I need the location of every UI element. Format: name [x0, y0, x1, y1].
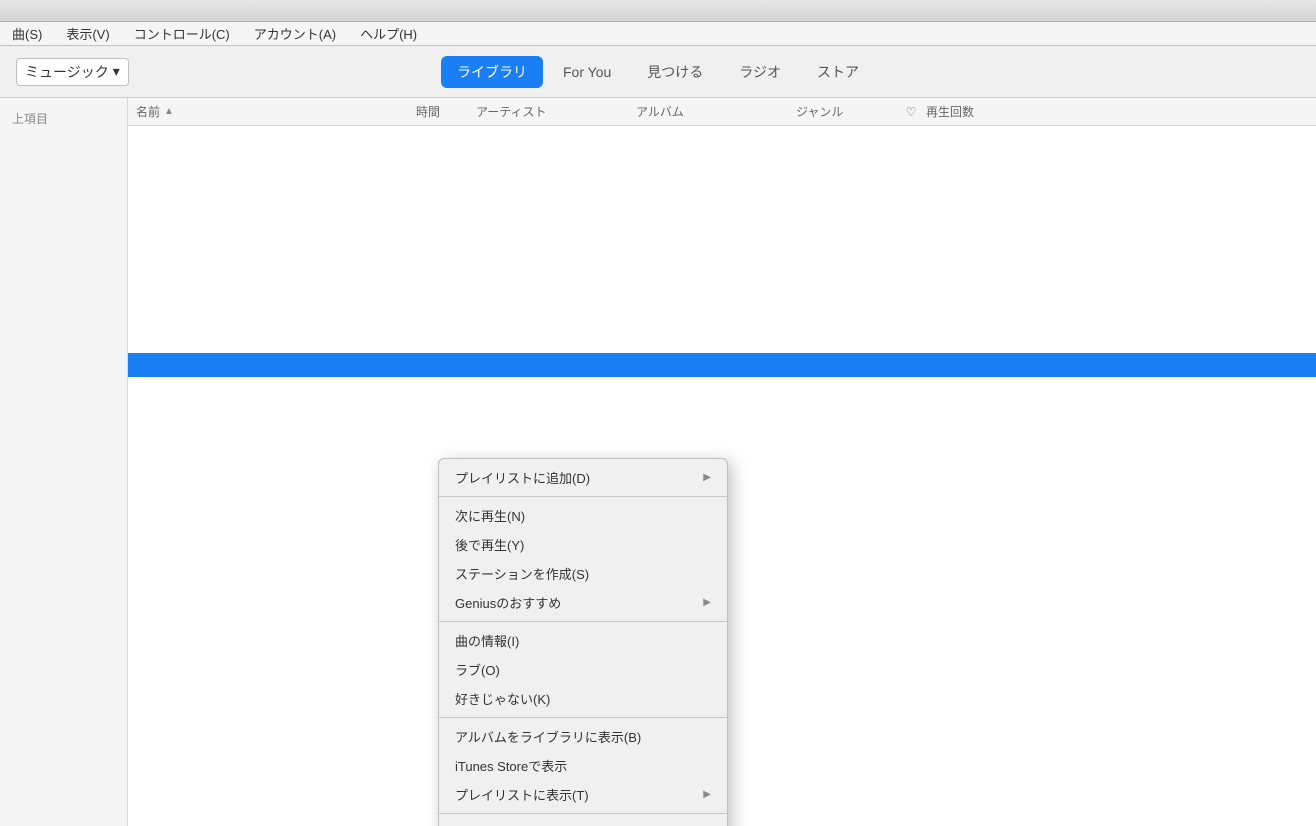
tab-radio[interactable]: ラジオ	[723, 56, 797, 88]
ctx-divider-1	[439, 496, 727, 497]
tab-discover[interactable]: 見つける	[631, 56, 719, 88]
library-label: ミュージック	[25, 62, 109, 82]
sidebar: 上項目	[0, 98, 128, 826]
arrow-icon: ▶	[703, 472, 711, 483]
ctx-divider-3	[439, 717, 727, 718]
menu-view[interactable]: 表示(V)	[62, 22, 113, 45]
tab-library[interactable]: ライブラリ	[441, 56, 543, 88]
ctx-divider-2	[439, 621, 727, 622]
ctx-dislike[interactable]: 好きじゃない(K)	[439, 684, 727, 713]
ctx-create-station[interactable]: ステーションを作成(S)	[439, 559, 727, 588]
col-header-time[interactable]: 時間	[416, 103, 476, 120]
table-header: 名前 ▲ 時間 アーティスト アルバム ジャンル ♡ 再生回数	[128, 98, 1316, 126]
arrow-icon-genius: ▶	[703, 597, 711, 608]
col-header-artist[interactable]: アーティスト	[476, 103, 636, 120]
ctx-song-info[interactable]: 曲の情報(I)	[439, 626, 727, 655]
navbar: ミュージック ▾ ライブラリ For You 見つける ラジオ ストア	[0, 46, 1316, 98]
arrow-icon-playlist: ▶	[703, 789, 711, 800]
menu-song[interactable]: 曲(S)	[8, 22, 46, 45]
sidebar-no-items: 上項目	[0, 106, 127, 131]
titlebar	[0, 0, 1316, 22]
menu-account[interactable]: アカウント(A)	[250, 22, 340, 45]
col-header-name[interactable]: 名前 ▲	[136, 103, 416, 120]
chevron-down-icon: ▾	[113, 63, 120, 80]
col-header-genre[interactable]: ジャンル	[796, 103, 896, 120]
ctx-divider-4	[439, 813, 727, 814]
tab-store[interactable]: ストア	[801, 56, 875, 88]
menu-help[interactable]: ヘルプ(H)	[356, 22, 421, 45]
ctx-play-next[interactable]: 次に再生(N)	[439, 501, 727, 530]
ctx-show-in-playlist[interactable]: プレイリストに表示(T) ▶	[439, 780, 727, 809]
ctx-play-later[interactable]: 後で再生(Y)	[439, 530, 727, 559]
ctx-copy[interactable]: コピー	[439, 818, 727, 826]
col-header-plays[interactable]: 再生回数	[926, 103, 1026, 120]
main-content: 上項目 名前 ▲ 時間 アーティスト アルバム ジャンル ♡ 再生回数 プレイリ…	[0, 98, 1316, 826]
library-selector[interactable]: ミュージック ▾	[16, 58, 129, 86]
menu-controls[interactable]: コントロール(C)	[130, 22, 234, 45]
ctx-show-itunes-store[interactable]: iTunes Storeで表示	[439, 751, 727, 780]
col-header-album[interactable]: アルバム	[636, 103, 796, 120]
context-menu: プレイリストに追加(D) ▶ 次に再生(N) 後で再生(Y) ステーションを作成…	[438, 458, 728, 826]
selected-row[interactable]	[128, 353, 1316, 377]
ctx-genius[interactable]: Geniusのおすすめ ▶	[439, 588, 727, 617]
menubar: 曲(S) 表示(V) コントロール(C) アカウント(A) ヘルプ(H)	[0, 22, 1316, 46]
ctx-show-album[interactable]: アルバムをライブラリに表示(B)	[439, 722, 727, 751]
col-header-heart[interactable]: ♡	[896, 105, 926, 119]
nav-tabs: ライブラリ For You 見つける ラジオ ストア	[441, 56, 875, 88]
sort-arrow-icon: ▲	[164, 106, 174, 117]
ctx-love[interactable]: ラブ(O)	[439, 655, 727, 684]
ctx-add-to-playlist[interactable]: プレイリストに追加(D) ▶	[439, 463, 727, 492]
tab-for-you[interactable]: For You	[547, 58, 627, 86]
content-area: 名前 ▲ 時間 アーティスト アルバム ジャンル ♡ 再生回数 プレイリストに追…	[128, 98, 1316, 826]
